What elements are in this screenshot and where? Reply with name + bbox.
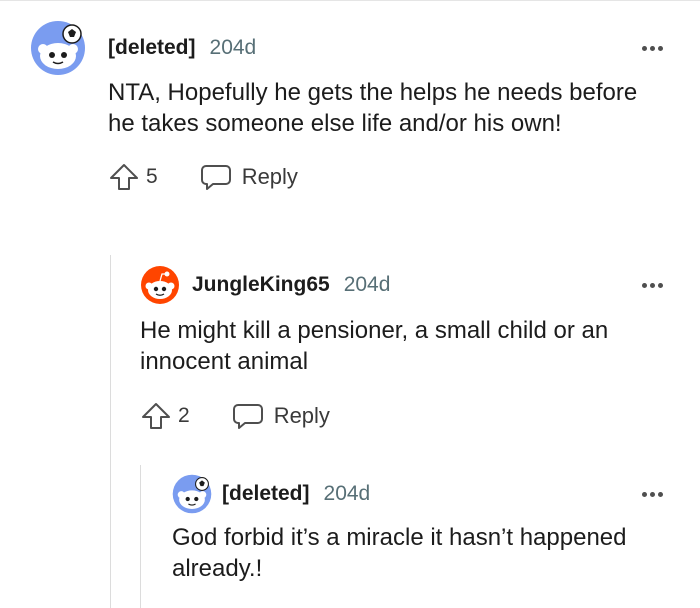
- reply-button[interactable]: Reply: [232, 402, 330, 430]
- upvote-button[interactable]: 5: [108, 162, 158, 192]
- reply-label: Reply: [273, 403, 330, 428]
- comment-author[interactable]: [deleted]: [108, 36, 196, 60]
- more-options-icon[interactable]: [642, 257, 663, 313]
- thread-line: [110, 255, 111, 608]
- more-options-icon[interactable]: [642, 466, 663, 522]
- comment-header: [deleted] 204d: [30, 20, 670, 76]
- reply-bubble-icon: [200, 165, 231, 190]
- reply-button[interactable]: Reply: [200, 163, 298, 191]
- reply-label: Reply: [241, 164, 298, 189]
- more-options-icon[interactable]: [642, 20, 663, 76]
- comment: JungleKing65 204d He might kill a pensio…: [140, 257, 670, 436]
- comment-author[interactable]: JungleKing65: [192, 273, 330, 297]
- comment-author[interactable]: [deleted]: [222, 482, 310, 506]
- comment-body: NTA, Hopefully he gets the helps he need…: [108, 79, 638, 137]
- comment-actions: 2 Reply: [140, 396, 670, 436]
- upvote-arrow-icon: [110, 164, 138, 190]
- comment-age: 204d: [323, 482, 371, 505]
- snoo-orange-avatar-icon[interactable]: [140, 265, 180, 305]
- comment-age: 204d: [343, 273, 391, 296]
- comment-body: He might kill a pensioner, a small child…: [140, 317, 609, 375]
- upvote-button[interactable]: 2: [140, 401, 190, 431]
- snoo-deleted-avatar-icon[interactable]: [30, 20, 86, 76]
- comment-actions: 5 Reply: [108, 157, 670, 197]
- vote-count: 2: [178, 404, 190, 427]
- vote-count: 5: [146, 165, 158, 188]
- comment-age: 204d: [209, 36, 257, 59]
- comment-header: [deleted] 204d: [172, 466, 670, 522]
- thread-line: [140, 465, 141, 608]
- upvote-arrow-icon: [142, 403, 170, 429]
- top-divider: [0, 0, 700, 1]
- reply-bubble-icon: [232, 404, 263, 429]
- comment: [deleted] 204d God forbid it’s a miracle…: [172, 466, 670, 584]
- comment-header: JungleKing65 204d: [140, 257, 670, 313]
- snoo-deleted-avatar-icon[interactable]: [172, 474, 212, 514]
- comment-body: God forbid it’s a miracle it hasn’t happ…: [172, 524, 627, 582]
- comment: [deleted] 204d NTA, Hopefully he gets th…: [30, 20, 670, 197]
